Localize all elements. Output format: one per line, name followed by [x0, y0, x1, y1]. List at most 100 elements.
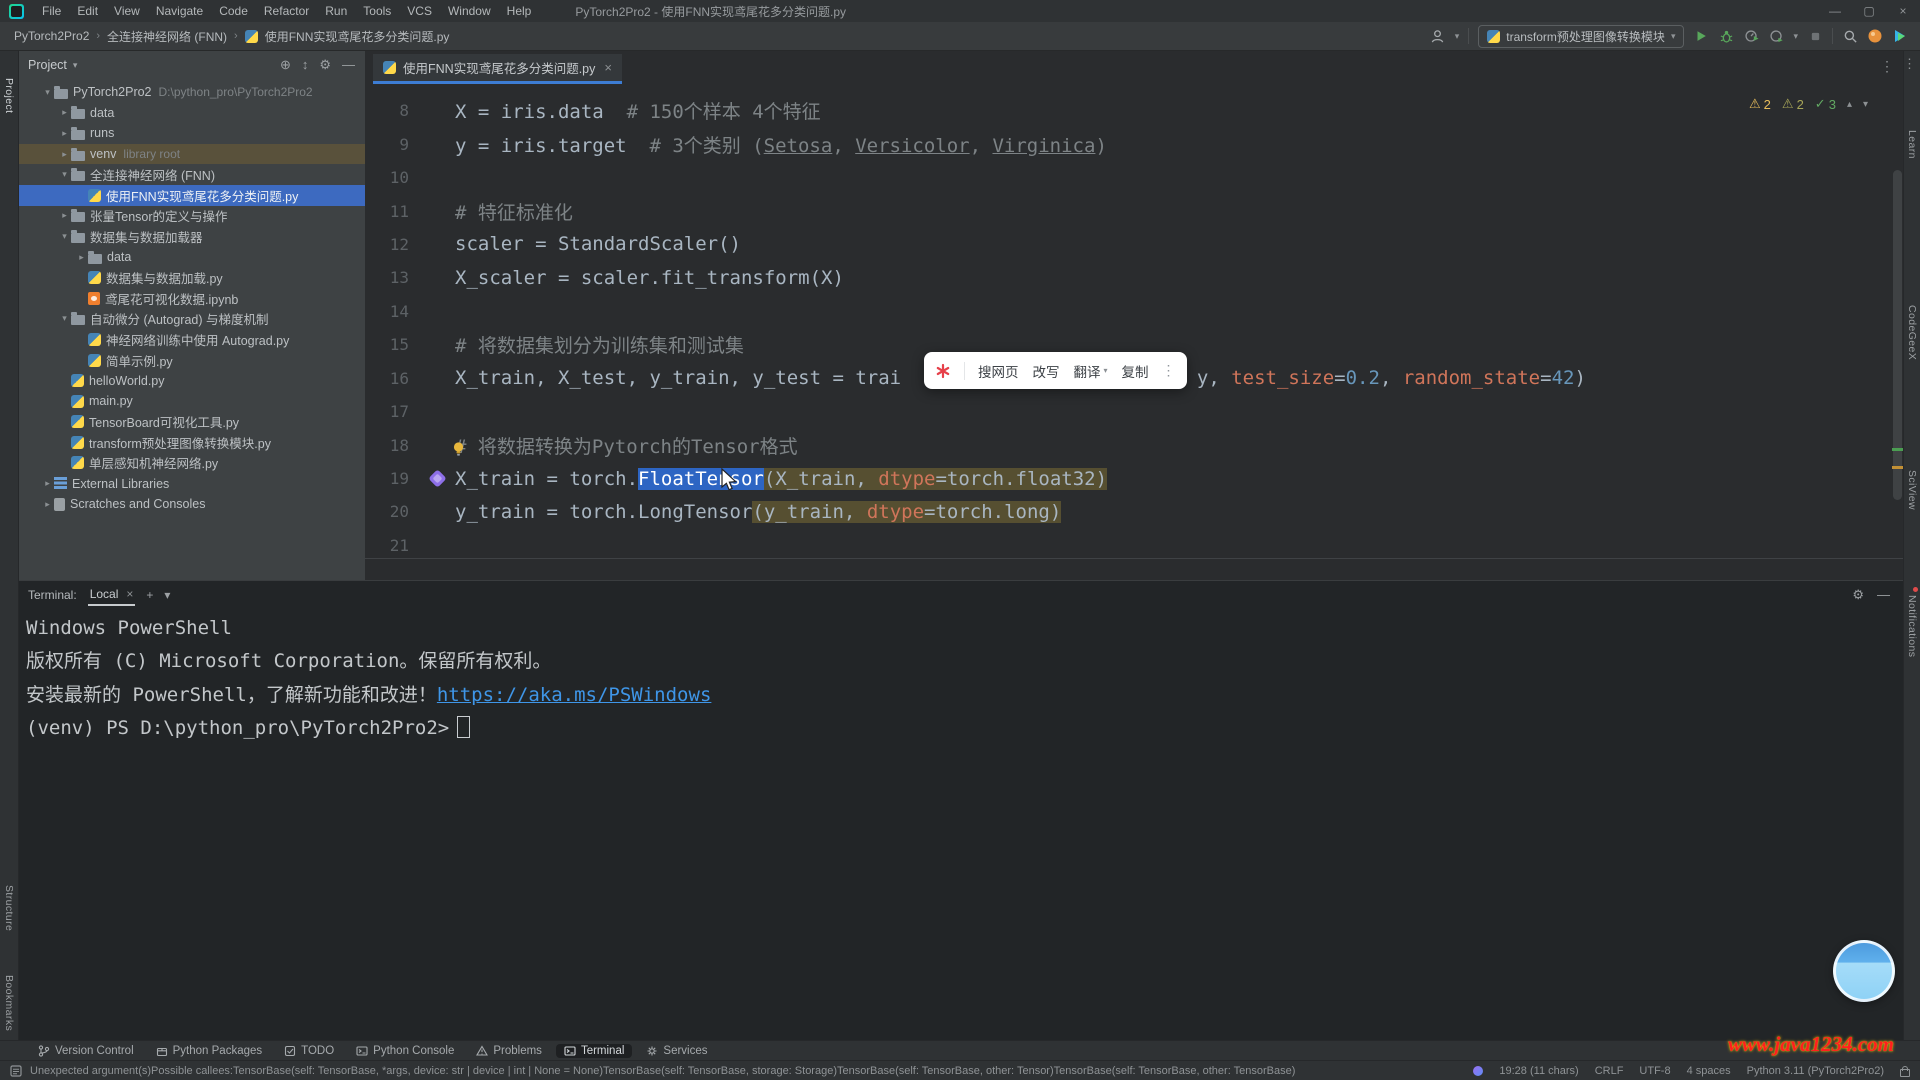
stripe-learn[interactable]: Learn — [1906, 130, 1918, 159]
debug-button[interactable] — [1718, 28, 1734, 44]
stripe-sciview[interactable]: SciView — [1906, 470, 1918, 510]
editor-tab-active[interactable]: 使用FNN实现鸢尾花多分类问题.py × — [373, 54, 622, 84]
terminal-output[interactable]: Windows PowerShell版权所有 (C) Microsoft Cor… — [18, 612, 1904, 746]
stripe-codegeex[interactable]: CodeGeeX — [1906, 305, 1918, 360]
tree-item-data[interactable]: ▸data — [18, 103, 365, 124]
caret-position[interactable]: 19:28 (11 chars) — [1499, 1065, 1578, 1077]
menu-file[interactable]: File — [34, 0, 69, 22]
code-line-13[interactable]: 13X_scaler = scaler.fit_transform(X) — [365, 261, 1904, 294]
user-profile-icon[interactable] — [1430, 28, 1446, 44]
popup-item-[interactable]: 复制 — [1122, 361, 1149, 381]
stripe-bookmarks[interactable]: Bookmarks — [3, 975, 15, 1031]
code-line-20[interactable]: 20y_train = torch.LongTensor(y_train, dt… — [365, 495, 1904, 528]
intention-bulb-icon[interactable] — [451, 441, 466, 457]
breadcrumb-item[interactable]: 全连接神经网络 (FNN) — [107, 28, 227, 45]
tree-item-tensorboard-py[interactable]: TensorBoard可视化工具.py — [18, 412, 365, 433]
code-line-10[interactable]: 10 — [365, 161, 1904, 194]
toolwindow-python-packages[interactable]: Python Packages — [148, 1044, 271, 1058]
stripe-structure[interactable]: Structure — [3, 885, 15, 931]
toolwindow-terminal[interactable]: Terminal — [556, 1044, 632, 1058]
menu-window[interactable]: Window — [440, 0, 499, 22]
run-options-chevron-down-icon[interactable]: ▾ — [1793, 31, 1798, 42]
tree-collapse-arrow-icon[interactable]: ▾ — [58, 313, 71, 324]
tree-item-pytorch2pro2[interactable]: ▾PyTorch2Pro2D:\python_pro\PyTorch2Pro2 — [18, 82, 365, 103]
stripe-project[interactable]: Project — [3, 78, 15, 113]
session-chevron-down-icon[interactable]: ▾ — [164, 588, 170, 602]
minimize-button[interactable]: — — [1818, 0, 1852, 22]
code-line-8[interactable]: 8X = iris.data # 150个样本 4个特征 — [365, 94, 1904, 127]
tree-item-autograd-py[interactable]: 神经网络训练中使用 Autograd.py — [18, 329, 365, 350]
tree-item-[interactable]: ▾数据集与数据加载器 — [18, 226, 365, 247]
plugin-logo-icon[interactable] — [1892, 28, 1908, 44]
tree-item-main-py[interactable]: main.py — [18, 391, 365, 412]
indent-style[interactable]: 4 spaces — [1687, 1065, 1731, 1077]
settings-gear-icon[interactable]: ⚙ — [1852, 587, 1864, 603]
breadcrumb-item[interactable]: PyTorch2Pro2 — [14, 29, 89, 43]
new-session-plus-icon[interactable]: + — [146, 588, 153, 602]
status-message[interactable]: Unexpected argument(s)Possible callees:T… — [30, 1065, 1295, 1077]
terminal-tab-local[interactable]: Local × — [88, 584, 136, 606]
tree-expand-arrow-icon[interactable]: ▸ — [58, 149, 71, 160]
python-interpreter[interactable]: Python 3.11 (PyTorch2Pro2) — [1747, 1065, 1884, 1077]
tree-item-ipynb[interactable]: 鸢尾花可视化数据.ipynb — [18, 288, 365, 309]
maximize-button[interactable]: ▢ — [1852, 0, 1886, 22]
menu-vcs[interactable]: VCS — [399, 0, 440, 22]
toolwindow-version-control[interactable]: Version Control — [30, 1044, 142, 1058]
toolwindow-todo[interactable]: TODO — [276, 1044, 342, 1058]
tree-expand-arrow-icon[interactable]: ▸ — [58, 107, 71, 118]
tree-item-py[interactable]: 数据集与数据加载.py — [18, 267, 365, 288]
search-everywhere-icon[interactable] — [1842, 28, 1858, 44]
tree-expand-arrow-icon[interactable]: ▸ — [75, 252, 88, 263]
toolwindow-problems[interactable]: Problems — [468, 1044, 550, 1058]
code-line-18[interactable]: 18# 将数据转换为Pytorch的Tensor格式 — [365, 428, 1904, 461]
run-button[interactable] — [1693, 28, 1709, 44]
terminal-link[interactable]: https://aka.ms/PSWindows — [437, 684, 712, 706]
tree-collapse-arrow-icon[interactable]: ▾ — [58, 231, 71, 242]
menu-help[interactable]: Help — [499, 0, 540, 22]
hide-panel-icon[interactable]: — — [342, 57, 355, 73]
tree-item-fnn[interactable]: ▾全连接神经网络 (FNN) — [18, 164, 365, 185]
lock-icon[interactable] — [1900, 1069, 1910, 1077]
popup-item-[interactable]: 改写 — [1033, 361, 1060, 381]
ai-assistant-icon[interactable] — [1473, 1066, 1483, 1076]
breadcrumb-item[interactable]: 使用FNN实现鸢尾花多分类问题.py — [265, 28, 450, 45]
tree-expand-arrow-icon[interactable]: ▸ — [41, 478, 54, 489]
tree-item-data[interactable]: ▸data — [18, 247, 365, 268]
tree-collapse-arrow-icon[interactable]: ▾ — [58, 169, 71, 180]
close-button[interactable]: × — [1886, 0, 1920, 22]
menu-tools[interactable]: Tools — [355, 0, 399, 22]
tree-item-external-libraries[interactable]: ▸External Libraries — [18, 473, 365, 494]
settings-gear-icon[interactable]: ⚙ — [319, 57, 331, 73]
hide-panel-icon[interactable]: — — [1877, 587, 1890, 603]
tree-expand-arrow-icon[interactable]: ▸ — [58, 128, 71, 139]
code-line-14[interactable]: 14 — [365, 295, 1904, 328]
tree-item-py[interactable]: 简单示例.py — [18, 350, 365, 371]
menu-refactor[interactable]: Refactor — [256, 0, 317, 22]
stripe-more-icon[interactable]: ⋮ — [1903, 56, 1916, 72]
tree-item-autograd[interactable]: ▾自动微分 (Autograd) 与梯度机制 — [18, 309, 365, 330]
file-encoding[interactable]: UTF-8 — [1639, 1065, 1670, 1077]
run-with-coverage-button[interactable] — [1768, 28, 1784, 44]
code-lines[interactable]: 8X = iris.data # 150个样本 4个特征9y = iris.ta… — [365, 94, 1904, 562]
run-configuration-select[interactable]: transform预处理图像转换模块 ▾ — [1478, 25, 1684, 48]
tree-item-transform-py[interactable]: transform预处理图像转换模块.py — [18, 432, 365, 453]
plugin-orange-icon[interactable] — [1867, 28, 1883, 44]
code-line-11[interactable]: 11# 特征标准化 — [365, 194, 1904, 227]
menu-edit[interactable]: Edit — [69, 0, 106, 22]
menu-navigate[interactable]: Navigate — [148, 0, 211, 22]
locate-file-icon[interactable]: ⊕ — [280, 57, 291, 73]
toolwindow-python-console[interactable]: Python Console — [348, 1044, 462, 1058]
tree-item-runs[interactable]: ▸runs — [18, 123, 365, 144]
stripe-notifications[interactable]: Notifications — [1906, 595, 1918, 657]
tab-close-icon[interactable]: × — [126, 587, 133, 601]
tree-item-helloworld-py[interactable]: helloWorld.py — [18, 370, 365, 391]
popup-item-[interactable]: 搜网页 — [978, 361, 1019, 381]
selection-popup[interactable]: 搜网页改写翻译▾复制 ⋮ — [924, 352, 1187, 389]
line-separator[interactable]: CRLF — [1595, 1065, 1624, 1077]
ai-assistant-icon[interactable] — [419, 472, 455, 485]
menu-code[interactable]: Code — [211, 0, 256, 22]
tree-item-venv[interactable]: ▸venvlibrary root — [18, 144, 365, 165]
tree-item-scratches-and-consoles[interactable]: ▸Scratches and Consoles — [18, 494, 365, 515]
code-line-19[interactable]: 19X_train = torch.FloatTensor(X_train, d… — [365, 462, 1904, 495]
tab-close-icon[interactable]: × — [604, 60, 612, 75]
